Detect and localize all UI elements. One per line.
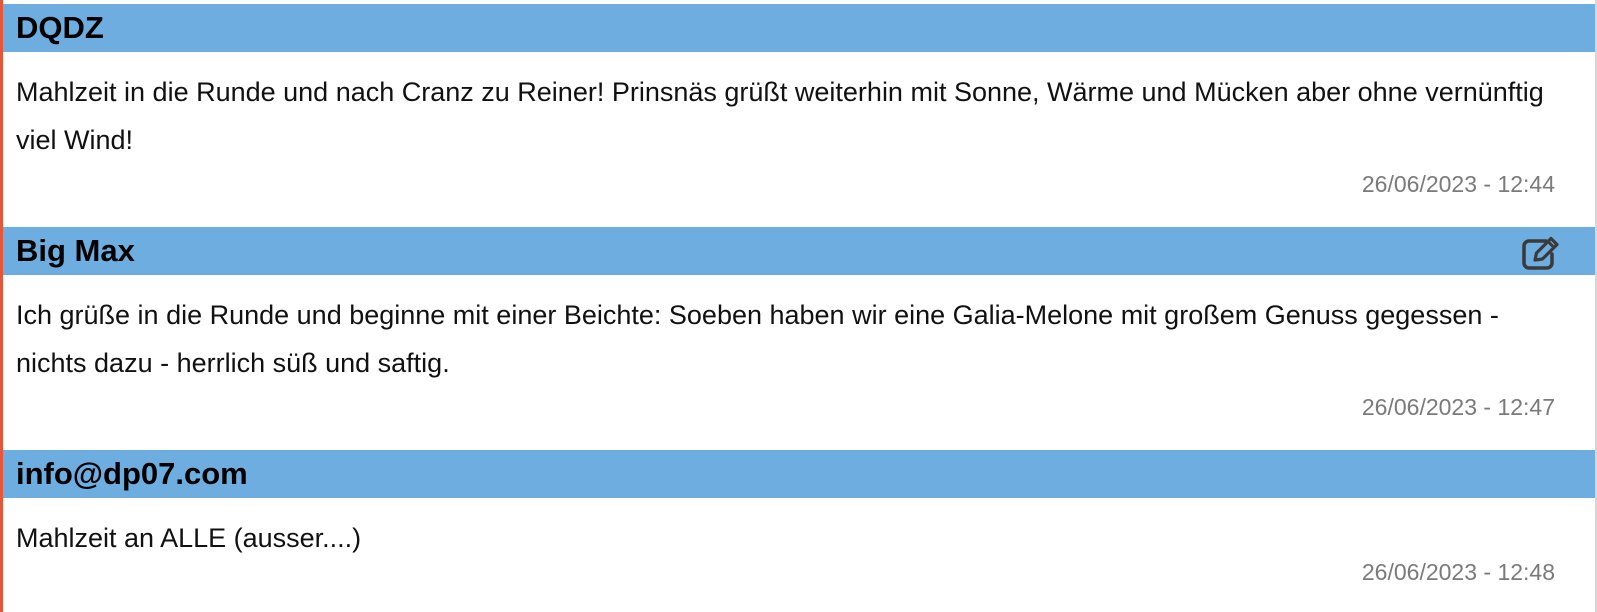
post: info@dp07.com Mahlzeit an ALLE (ausser..… [3,450,1595,597]
post-header: DQDZ [3,4,1595,52]
post-text: Ich grüße in die Runde und beginne mit e… [16,300,1499,378]
post-timestamp: 26/06/2023 - 12:47 [1361,394,1555,420]
edit-post-button[interactable] [1520,236,1560,270]
post-header: info@dp07.com [3,450,1595,498]
post: DQDZ Mahlzeit in die Runde und nach Cran… [3,4,1595,227]
post-text: Mahlzeit an ALLE (ausser....) [16,523,362,553]
post-timestamp: 26/06/2023 - 12:44 [1361,171,1555,197]
post-author: DQDZ [16,10,104,45]
post-author: Big Max [16,233,135,268]
edit-icon [1522,236,1559,270]
post-author: info@dp07.com [16,456,248,491]
post: Big Max Ich grüße in die Runde und begin… [3,227,1595,450]
post-header: Big Max [3,227,1595,275]
post-timestamp: 26/06/2023 - 12:48 [1361,559,1555,585]
guestbook-feed: DQDZ Mahlzeit in die Runde und nach Cran… [3,4,1595,597]
post-text: Mahlzeit in die Runde und nach Cranz zu … [16,77,1544,155]
